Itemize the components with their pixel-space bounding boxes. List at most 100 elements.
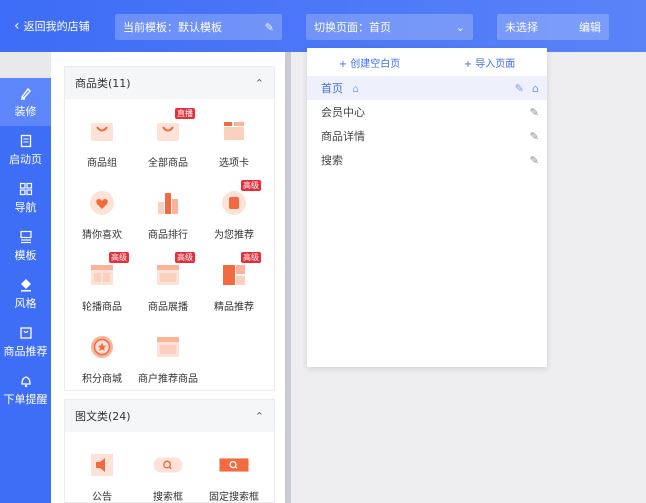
- component-label: 公告: [92, 492, 112, 503]
- group-header[interactable]: 图文类(24) ⌃: [65, 400, 274, 432]
- nav-label: 导航: [14, 200, 37, 214]
- premium-icon: 高级: [219, 252, 261, 290]
- component-fixed-search-box[interactable]: 固定搜索框: [199, 436, 269, 503]
- home-icon: ⌂: [352, 84, 359, 95]
- bar-ranking-icon: [153, 188, 183, 218]
- component-goods-ranking[interactable]: 商品排行: [133, 174, 203, 246]
- component-label: 为您推荐: [214, 230, 254, 241]
- back-to-store-link[interactable]: ‹ 返回我的店铺: [14, 18, 90, 34]
- heart-icon: [87, 188, 117, 218]
- component-points-mall[interactable]: 积分商城: [67, 318, 137, 390]
- nav-label: 商品推荐: [3, 344, 48, 358]
- nav-item-navigation[interactable]: 导航: [0, 174, 51, 222]
- component-label: 搜索框: [153, 492, 183, 503]
- page-item-home[interactable]: 首页 ⌂ ✎ ⌂: [307, 76, 547, 100]
- tabs-icon: [219, 116, 249, 146]
- page-item-search[interactable]: 搜索 ✎: [307, 148, 547, 172]
- selected-label: 未选择: [505, 21, 538, 34]
- component-label: 商品排行: [148, 230, 188, 241]
- showcase-icon: 高级: [153, 252, 195, 290]
- bag-icon: [19, 326, 32, 339]
- shopping-bag-icon: 直播: [153, 108, 195, 146]
- chevron-down-icon: ⌄: [455, 20, 465, 34]
- recommend-icon: 高级: [219, 180, 261, 218]
- import-page-button[interactable]: + 导入页面: [464, 55, 516, 70]
- nav-label: 启动页: [9, 152, 42, 166]
- create-blank-page-button[interactable]: + 创建空白页: [339, 55, 401, 70]
- home-icon[interactable]: ⌂: [532, 82, 539, 95]
- group-title: 图文类(24): [75, 410, 131, 423]
- page-item-goods-detail[interactable]: 商品详情 ✎: [307, 124, 547, 148]
- badge: 高级: [175, 252, 195, 263]
- paint-bucket-icon: [20, 278, 31, 291]
- component-label: 选项卡: [219, 158, 249, 169]
- component-goods-showcase[interactable]: 高级 商品展播: [133, 246, 203, 318]
- star-badge-icon: [87, 332, 117, 362]
- page-label: 商品详情: [321, 130, 365, 143]
- merchant-icon: [153, 332, 183, 362]
- chevron-left-icon: ‹: [14, 17, 20, 34]
- back-label: 返回我的店铺: [23, 20, 90, 33]
- component-label: 商户推荐商品: [138, 374, 198, 385]
- component-guess-you-like[interactable]: 猜你喜欢: [67, 174, 137, 246]
- component-label: 全部商品: [148, 158, 188, 169]
- component-label: 商品组: [87, 158, 117, 169]
- component-merchant-recommend[interactable]: 商户推荐商品: [133, 318, 203, 390]
- group-title: 商品类(11): [75, 77, 131, 90]
- fixed-search-icon: [219, 450, 249, 480]
- dropdown-actions: + 创建空白页 + 导入页面: [307, 48, 547, 76]
- speaker-icon: [87, 450, 117, 480]
- edit-button[interactable]: 编辑: [579, 19, 601, 35]
- component-label: 商品展播: [148, 302, 188, 313]
- component-premium-recommend[interactable]: 高级 精品推荐: [199, 246, 269, 318]
- nav-item-startup-page[interactable]: 启动页: [0, 126, 51, 174]
- shopping-bag-icon: [87, 116, 117, 146]
- component-label: 轮播商品: [82, 302, 122, 313]
- template-icon: [19, 230, 32, 243]
- badge: 高级: [109, 252, 129, 263]
- component-label: 积分商城: [82, 374, 122, 385]
- page-switch-label: 切换页面：首页: [314, 21, 391, 34]
- nav-label: 下单提醒: [3, 392, 48, 406]
- component-search-box[interactable]: 搜索框: [133, 436, 203, 503]
- nav-item-order-reminder[interactable]: 下单提醒: [0, 366, 51, 414]
- page-label: 搜索: [321, 154, 343, 167]
- side-navigation: 装修 启动页 导航 模板 风格 商品推荐 下单提醒: [0, 78, 51, 503]
- component-recommend-for-you[interactable]: 高级 为您推荐: [199, 174, 269, 246]
- document-icon: [20, 134, 31, 147]
- pencil-icon[interactable]: ✎: [515, 82, 524, 95]
- component-all-goods[interactable]: 直播 全部商品: [133, 102, 203, 174]
- component-label: 固定搜索框: [209, 492, 259, 503]
- badge: 高级: [241, 180, 261, 191]
- current-template-selector[interactable]: 当前模板：默认模板 ✎: [115, 14, 282, 40]
- component-goods-group[interactable]: 商品组: [67, 102, 137, 174]
- selected-element-box: 未选择 编辑: [497, 14, 609, 40]
- nav-item-decorate[interactable]: 装修: [0, 78, 51, 126]
- nav-item-style[interactable]: 风格: [0, 270, 51, 318]
- page-switch-dropdown[interactable]: 切换页面：首页 ⌄: [306, 14, 473, 40]
- pencil-icon[interactable]: ✎: [530, 106, 539, 119]
- chevron-up-icon[interactable]: ⌃: [255, 410, 264, 423]
- component-announcement[interactable]: 公告: [67, 436, 137, 503]
- nav-label: 风格: [14, 296, 37, 310]
- page-item-member-center[interactable]: 会员中心 ✎: [307, 100, 547, 124]
- pencil-icon[interactable]: ✎: [530, 154, 539, 167]
- nav-label: 模板: [14, 248, 37, 262]
- page-switch-menu: + 创建空白页 + 导入页面 首页 ⌂ ✎ ⌂ 会员中心 ✎ 商品详情 ✎ 搜索…: [307, 48, 547, 367]
- page-label: 首页: [321, 82, 343, 95]
- component-carousel-goods[interactable]: 高级 轮播商品: [67, 246, 137, 318]
- template-label: 当前模板：默认模板: [123, 21, 222, 34]
- chevron-up-icon[interactable]: ⌃: [255, 77, 264, 90]
- pencil-icon[interactable]: ✎: [265, 21, 274, 34]
- nav-item-product-recommend[interactable]: 商品推荐: [0, 318, 51, 366]
- nav-item-template[interactable]: 模板: [0, 222, 51, 270]
- grid-icon: [19, 182, 32, 195]
- nav-label: 装修: [14, 104, 37, 118]
- pencil-icon[interactable]: ✎: [530, 130, 539, 143]
- component-label: 猜你喜欢: [82, 230, 122, 241]
- component-tabs[interactable]: 选项卡: [199, 102, 269, 174]
- badge: 高级: [241, 252, 261, 263]
- group-header[interactable]: 商品类(11) ⌃: [65, 67, 274, 99]
- bell-icon: [20, 375, 31, 387]
- search-icon: [153, 450, 183, 480]
